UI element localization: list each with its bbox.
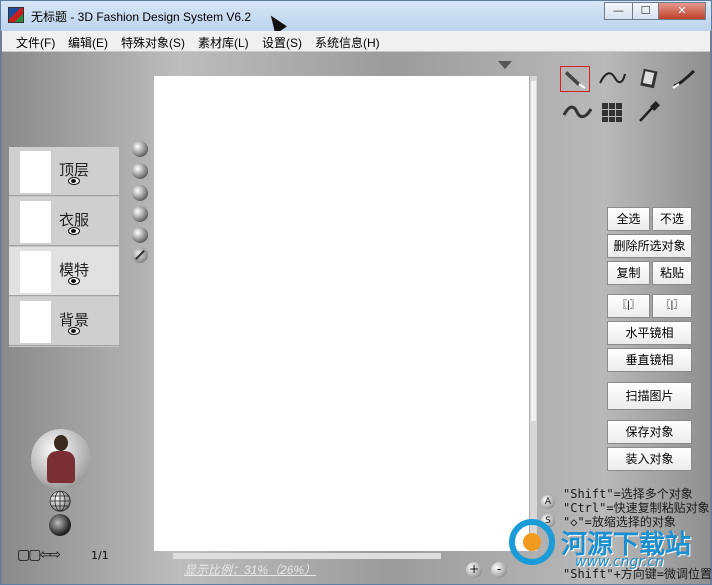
pen-tool-button[interactable]: [560, 66, 590, 92]
brush-tool-button[interactable]: [670, 66, 700, 92]
window-title: 无标题 - 3D Fashion Design System V6.2: [31, 10, 252, 24]
arrow-left-icon[interactable]: ⇦: [39, 547, 51, 563]
layer-item-model[interactable]: 模特: [9, 247, 119, 296]
ball-tool-4-icon[interactable]: [132, 206, 148, 222]
eye-icon[interactable]: [68, 177, 80, 185]
title-bar: 无标题 - 3D Fashion Design System V6.2 — ☐ …: [1, 1, 711, 35]
fill-tool-button[interactable]: [635, 66, 665, 92]
minimize-button[interactable]: —: [604, 2, 633, 20]
globe-grid-icon: [49, 490, 71, 512]
fill-icon: [640, 68, 658, 89]
zoom-in-button[interactable]: +: [466, 562, 482, 578]
grid-icon: [602, 103, 622, 122]
menu-special-objects[interactable]: 特殊对象(S): [121, 34, 185, 51]
menu-system-info[interactable]: 系统信息(H): [315, 34, 380, 51]
delete-selected-button[interactable]: 删除所选对象: [607, 234, 692, 258]
menu-edit[interactable]: 编辑(E): [68, 34, 108, 51]
page-count: 1/1: [91, 549, 109, 562]
save-object-button[interactable]: 保存对象: [607, 420, 692, 444]
horizontal-scrollbar[interactable]: [173, 553, 441, 559]
layers-panel: 顶层 衣服 模特 背景: [9, 147, 119, 347]
layer-item-background[interactable]: 背景: [9, 297, 119, 346]
avatar-head: [54, 435, 68, 451]
select-all-button[interactable]: 全选: [607, 207, 650, 231]
navigation-icons[interactable]: ▢▢⇦⇨: [17, 547, 61, 563]
zoom-out-button[interactable]: -: [491, 562, 507, 578]
layer-thumbnail: [20, 301, 51, 343]
paste-button[interactable]: 粘贴: [652, 261, 692, 285]
eye-icon[interactable]: [68, 327, 80, 335]
avatar-body: [47, 451, 75, 483]
scan-image-button[interactable]: 扫描图片: [607, 382, 692, 410]
flip-vertical-button[interactable]: 垂直镜相: [607, 348, 692, 372]
eye-icon[interactable]: [68, 227, 80, 235]
copy-button[interactable]: 复制: [607, 261, 650, 285]
app-icon: [8, 7, 24, 23]
curve-icon: [599, 72, 626, 84]
model-avatar[interactable]: [31, 429, 91, 489]
brush-icon: [672, 69, 696, 89]
menu-library[interactable]: 素材库(L): [198, 34, 249, 51]
globe-wireframe-icon[interactable]: [49, 490, 71, 512]
zoom-label: 显示比例：31%（26%）: [184, 563, 317, 577]
eyedropper-tool-button[interactable]: [634, 99, 664, 125]
grid-tool-button[interactable]: [598, 99, 628, 125]
menu-settings[interactable]: 设置(S): [262, 34, 302, 51]
ball-tool-1-icon[interactable]: [132, 141, 148, 157]
hint-key-a: A: [541, 495, 555, 509]
globe-solid-icon[interactable]: [49, 514, 71, 536]
layer-thumbnail: [20, 251, 51, 293]
vertical-scrollbar-thumb[interactable]: [531, 81, 536, 421]
layer-item-clothes[interactable]: 衣服: [9, 197, 119, 246]
no-entry-icon[interactable]: [132, 247, 148, 263]
menu-file[interactable]: 文件(F): [16, 34, 55, 51]
wave-tool-button[interactable]: [562, 99, 593, 125]
bring-front-button[interactable]: 〖|〗: [607, 294, 650, 318]
pen-icon: [565, 71, 586, 89]
layer-item-top[interactable]: 顶层: [9, 147, 119, 196]
send-back-button[interactable]: 〖|〗: [652, 294, 692, 318]
eye-icon[interactable]: [68, 277, 80, 285]
layer-thumbnail: [20, 201, 51, 243]
watermark-url: www.cngr.cn: [575, 554, 664, 570]
ball-tool-2-icon[interactable]: [132, 163, 148, 179]
close-button[interactable]: ✕: [658, 2, 706, 20]
maximize-button[interactable]: ☐: [632, 2, 659, 20]
watermark-logo: [509, 519, 555, 565]
design-canvas[interactable]: [154, 76, 529, 551]
menu-bar: 文件(F) 编辑(E) 特殊对象(S) 素材库(L) 设置(S) 系统信息(H): [2, 31, 710, 52]
chevron-down-icon[interactable]: [498, 61, 512, 69]
ball-tool-3-icon[interactable]: [132, 185, 148, 201]
layer-thumbnail: [20, 151, 51, 193]
deselect-button[interactable]: 不选: [652, 207, 692, 231]
wave-icon: [562, 105, 593, 118]
flip-horizontal-button[interactable]: 水平镜相: [607, 321, 692, 345]
page-layout-icon[interactable]: ▢▢: [17, 547, 42, 563]
curve-tool-button[interactable]: [597, 66, 627, 92]
load-object-button[interactable]: 装入对象: [607, 447, 692, 471]
app-window: 无标题 - 3D Fashion Design System V6.2 — ☐ …: [0, 0, 712, 585]
eyedropper-icon: [639, 101, 660, 122]
ball-tool-5-icon[interactable]: [132, 227, 148, 243]
arrow-right-icon[interactable]: ⇨: [49, 547, 61, 563]
